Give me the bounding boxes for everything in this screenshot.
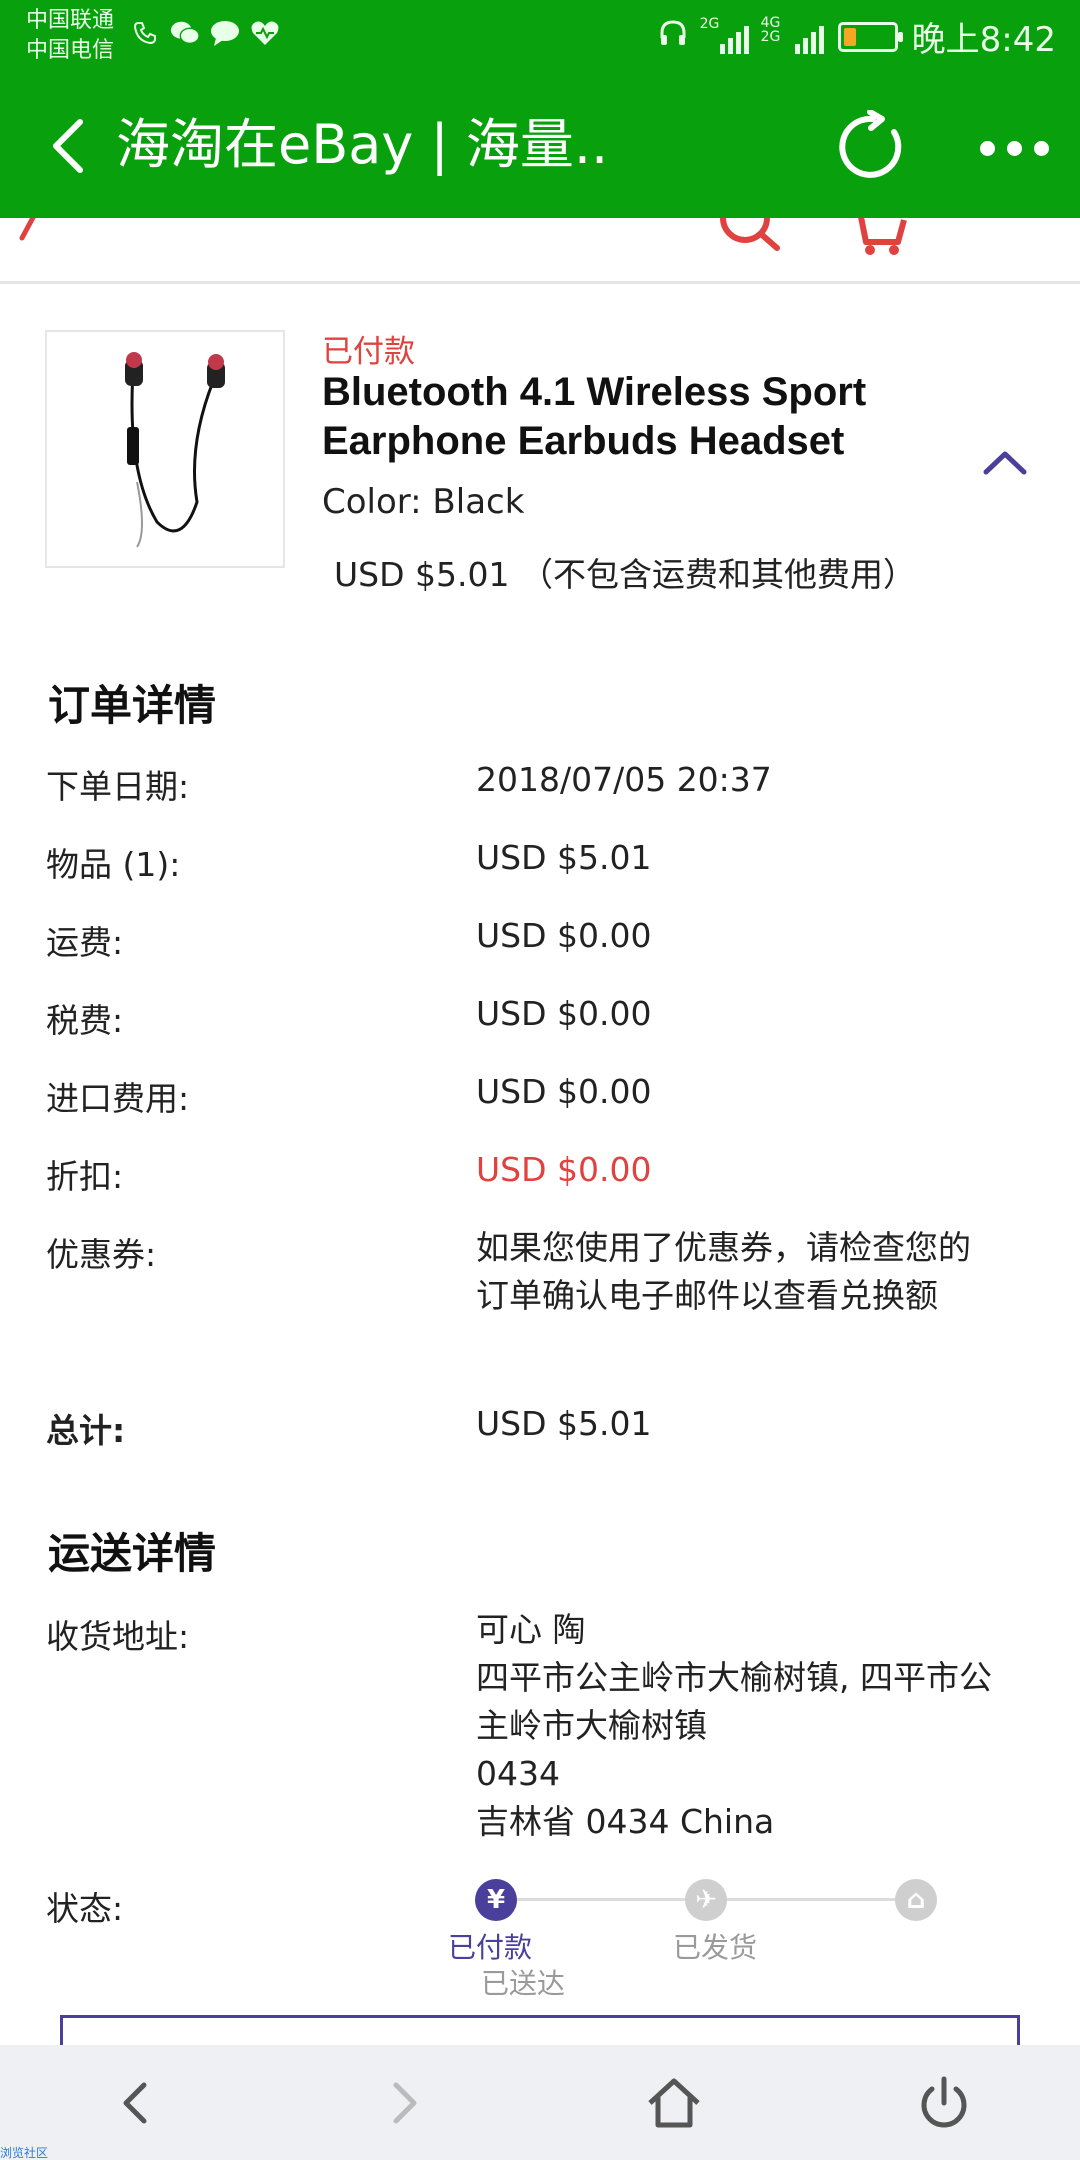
product-title[interactable]: Bluetooth 4.1 Wireless Sport Earphone Ea… <box>322 368 962 466</box>
address-line-code: 0434 <box>476 1754 560 1793</box>
address-label: 收货地址: <box>46 1617 190 1656</box>
reload-icon[interactable] <box>836 109 910 184</box>
home-icon: ⌂ <box>895 1879 937 1921</box>
signal-icon-1: 2G <box>700 16 749 54</box>
app-bar: 海淘在eBay | 海量.. <box>0 72 1080 218</box>
network-label-1: 2G <box>699 15 720 32</box>
product-price: USD $5.01 （不包含运费和其他费用） <box>334 555 916 594</box>
address-line-name: 可心 陶 <box>476 1610 586 1649</box>
shipping-fee-label: 运费: <box>46 923 124 962</box>
carrier-1: 中国联通 <box>26 8 115 33</box>
secondary-toolbar <box>0 218 1080 284</box>
notification-icons <box>130 18 280 48</box>
carrier-info: 中国联通 中国电信 <box>26 6 114 66</box>
step-shipped-label: 已发货 <box>673 1931 758 1964</box>
tax-value: USD $0.00 <box>476 994 652 1033</box>
address-line-province: 吉林省 0434 China <box>476 1802 775 1841</box>
coupon-value: 如果您使用了优惠券，请检查您的订单确认电子邮件以查看兑换额 <box>476 1228 971 1315</box>
carrier-2: 中国电信 <box>26 38 115 63</box>
product-color: Color: Black <box>322 482 525 522</box>
power-icon[interactable] <box>912 2071 976 2135</box>
cart-icon[interactable] <box>848 218 908 258</box>
coupon-label: 优惠券: <box>46 1235 157 1274</box>
wechat-icon <box>170 18 200 48</box>
more-options-icon[interactable] <box>974 128 1054 168</box>
page-title: 海淘在eBay | 海量.. <box>116 113 609 176</box>
status-label: 状态: <box>46 1889 124 1928</box>
clock: 晚上8:42 <box>911 20 1056 60</box>
phone-icon <box>130 18 160 48</box>
search-icon[interactable] <box>715 218 785 258</box>
health-icon <box>250 18 280 48</box>
tax-label: 税费: <box>46 1001 124 1040</box>
step-paid-label: 已付款 <box>448 1931 533 1964</box>
yen-icon: ¥ <box>475 1879 517 1921</box>
product-image[interactable] <box>45 330 285 568</box>
items-label: 物品 (1): <box>46 845 181 884</box>
payment-status-label: 已付款 <box>322 334 415 370</box>
battery-icon <box>837 21 903 52</box>
address-line-street: 四平市公主岭市大榆树镇, 四平市公主岭市大榆树镇 <box>476 1658 992 1745</box>
plane-icon: ✈ <box>685 1879 727 1921</box>
shipping-details-heading: 运送详情 <box>48 1529 217 1578</box>
message-icon <box>210 18 240 48</box>
order-details-heading: 订单详情 <box>48 681 217 730</box>
import-fee-label: 进口费用: <box>46 1079 190 1118</box>
headset-icon <box>658 17 688 57</box>
status-bar: 中国联通 中国电信 2G 4G 2G 晚上8:42 <box>0 0 1080 72</box>
nav-home-icon[interactable] <box>642 2071 706 2135</box>
total-value: USD $5.01 <box>476 1404 652 1443</box>
discount-value: USD $0.00 <box>476 1150 652 1189</box>
browser-bottom-nav <box>0 2045 1080 2160</box>
shipping-fee-value: USD $0.00 <box>476 916 652 955</box>
order-date-label: 下单日期: <box>46 767 190 806</box>
chevron-left-icon[interactable] <box>14 218 44 248</box>
signal-icon-2: 4G 2G <box>761 16 824 54</box>
network-label-2: 4G 2G <box>760 14 781 45</box>
status-right: 2G 4G 2G 晚上8:42 <box>658 12 1056 61</box>
items-value: USD $5.01 <box>476 838 652 877</box>
chevron-up-icon[interactable] <box>982 448 1028 476</box>
discount-label: 折扣: <box>46 1157 124 1196</box>
import-fee-value: USD $0.00 <box>476 1072 652 1111</box>
step-delivered-label: 已送达 <box>481 1967 566 2000</box>
watermark: 浏览社区 <box>0 2146 49 2160</box>
total-label: 总计: <box>46 1411 126 1450</box>
nav-back-icon[interactable] <box>104 2071 168 2135</box>
nav-forward-icon[interactable] <box>372 2071 436 2135</box>
back-arrow-icon[interactable] <box>44 116 94 176</box>
order-date-value: 2018/07/05 20:37 <box>476 760 772 799</box>
